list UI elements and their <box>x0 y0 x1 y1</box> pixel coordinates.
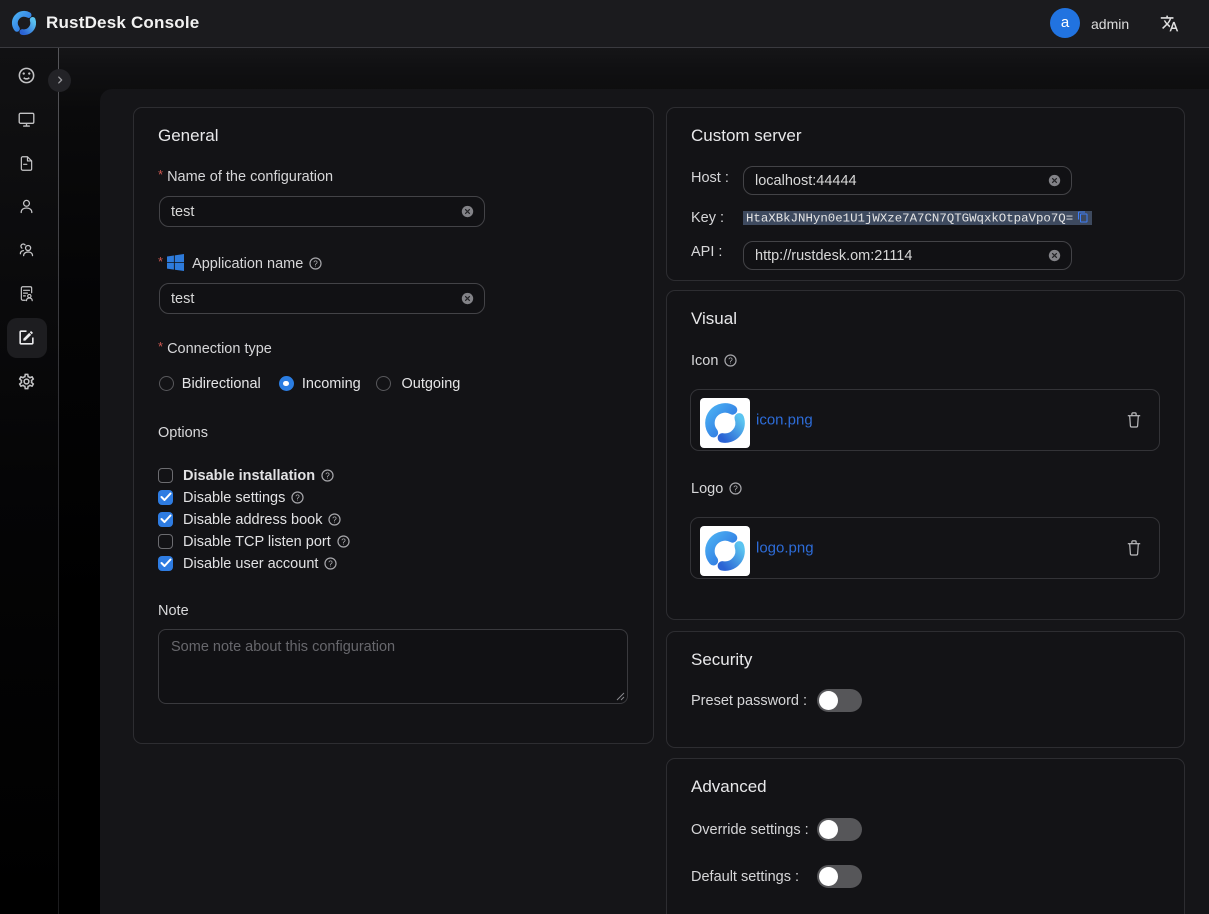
svg-text:?: ? <box>314 259 319 268</box>
svg-text:?: ? <box>729 356 734 365</box>
svg-text:?: ? <box>296 493 301 502</box>
svg-text:?: ? <box>341 537 346 546</box>
svg-text:?: ? <box>333 515 338 524</box>
svg-text:?: ? <box>734 484 739 493</box>
svg-text:?: ? <box>329 559 334 568</box>
svg-text:?: ? <box>325 471 330 480</box>
